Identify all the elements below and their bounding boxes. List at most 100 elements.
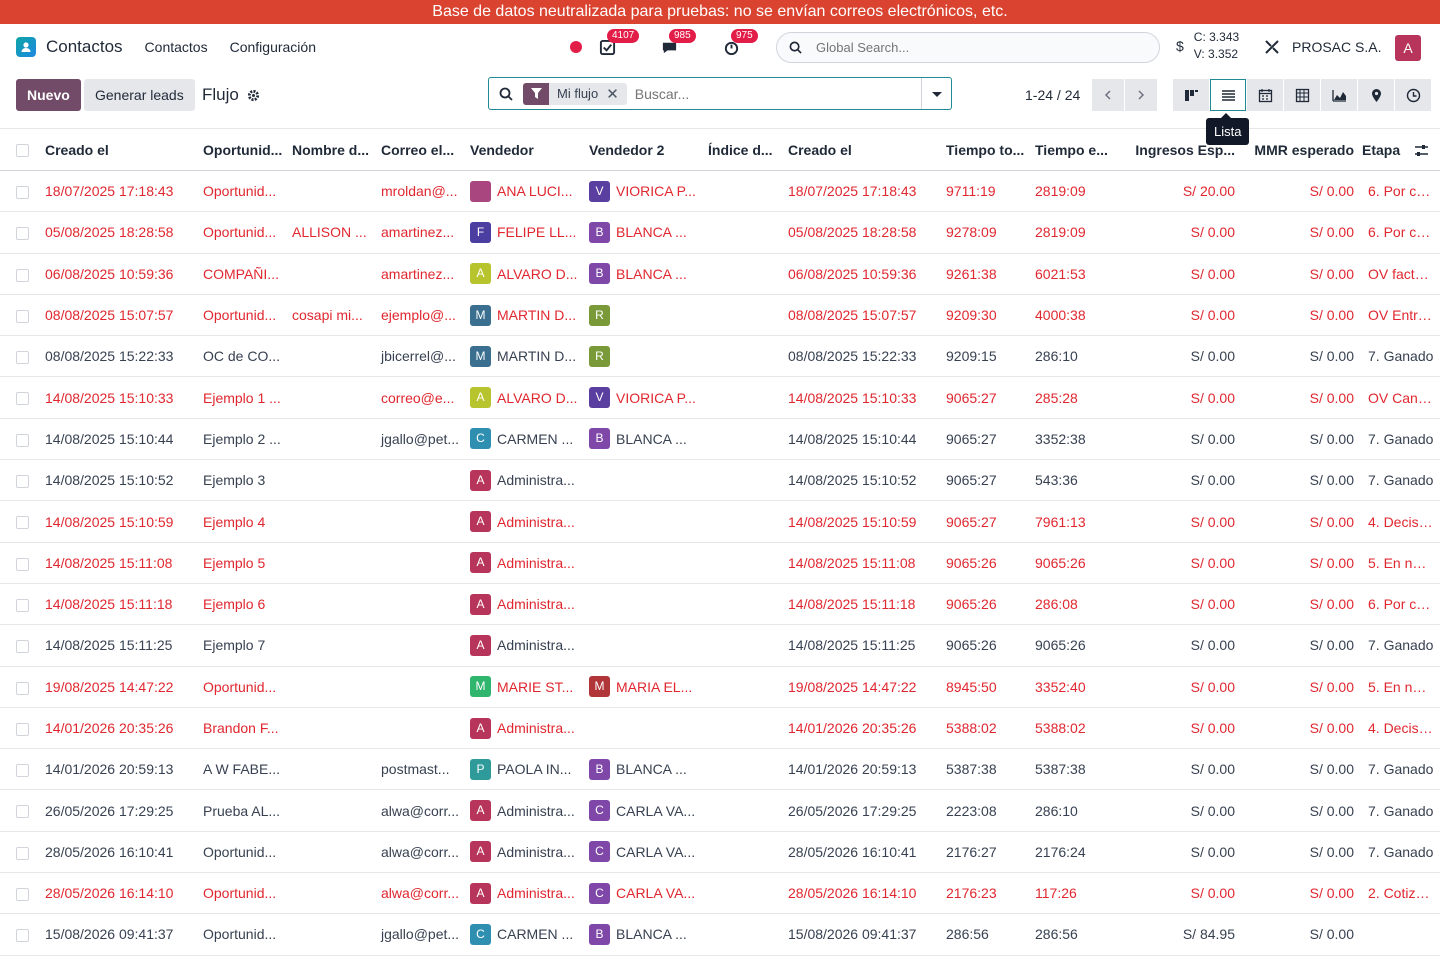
salesperson2-cell[interactable] [585,583,704,626]
stage-cell[interactable]: 7. Ganado [1358,624,1438,667]
mmr-cell[interactable]: S/ 0.00 [1239,831,1358,874]
t2-cell[interactable]: 2176:24 [1031,831,1120,874]
created-cell[interactable]: 08/08/2025 15:07:57 [41,294,199,337]
t1-cell[interactable]: 9065:26 [942,624,1031,667]
name-cell[interactable] [288,789,377,832]
t2-cell[interactable]: 6021:53 [1031,253,1120,295]
created2-cell[interactable]: 28/05/2026 16:14:10 [784,872,942,915]
row-checkbox[interactable] [0,666,41,708]
row-checkbox[interactable] [0,376,41,419]
index-cell[interactable] [704,872,784,915]
search-input[interactable] [634,85,905,102]
name-cell[interactable] [288,376,377,419]
email-cell[interactable]: alwa@corr... [377,872,466,915]
rev-cell[interactable]: S/ 0.00 [1120,707,1239,750]
rev-cell[interactable]: S/ 0.00 [1120,624,1239,667]
t1-cell[interactable]: 5387:38 [942,748,1031,791]
salesperson-cell[interactable]: M MARTIN D... [466,294,585,337]
opp-cell[interactable]: Ejemplo 1 ... [199,376,288,419]
activity-view-button[interactable] [1395,79,1431,111]
salesperson2-cell[interactable]: V VIORICA P... [585,376,704,419]
stage-cell[interactable]: 7. Ganado [1358,831,1438,874]
mmr-cell[interactable]: S/ 0.00 [1239,707,1358,750]
index-cell[interactable] [704,789,784,832]
rev-cell[interactable]: S/ 0.00 [1120,335,1239,378]
t2-cell[interactable]: 5388:02 [1031,707,1120,750]
created2-cell[interactable]: 14/08/2025 15:10:59 [784,500,942,543]
mmr-cell[interactable]: S/ 0.00 [1239,624,1358,667]
opp-cell[interactable]: COMPAÑI... [199,253,288,295]
rev-cell[interactable]: S/ 0.00 [1120,418,1239,461]
mmr-cell[interactable]: S/ 0.00 [1239,666,1358,708]
rev-cell[interactable]: S/ 0.00 [1120,789,1239,832]
created-cell[interactable]: 05/08/2025 18:28:58 [41,211,199,254]
email-cell[interactable]: amartinez... [377,211,466,254]
stage-cell[interactable]: 5. En neg... [1358,542,1438,584]
new-button[interactable]: Nuevo [16,79,81,111]
pager-next-button[interactable] [1125,79,1157,111]
column-header[interactable]: Índice d... [704,128,784,171]
t2-cell[interactable]: 286:10 [1031,335,1120,378]
t1-cell[interactable]: 9278:09 [942,211,1031,254]
created2-cell[interactable]: 15/08/2026 09:41:37 [784,913,942,956]
column-header[interactable]: Nombre d... [288,128,377,171]
created2-cell[interactable]: 14/08/2025 15:10:44 [784,418,942,461]
table-row[interactable]: 08/08/2025 15:22:33 OC de CO... jbicerrel@… [0,335,1440,378]
t1-cell[interactable]: 5388:02 [942,707,1031,750]
opp-cell[interactable]: Oportunid... [199,913,288,956]
t2-cell[interactable]: 117:26 [1031,872,1120,915]
mmr-cell[interactable]: S/ 0.00 [1239,500,1358,543]
opp-cell[interactable]: Oportunid... [199,831,288,874]
name-cell[interactable] [288,624,377,667]
email-cell[interactable]: jbicerrel@... [377,335,466,378]
salesperson-cell[interactable]: A Administra... [466,789,585,832]
name-cell[interactable] [288,707,377,750]
created-cell[interactable]: 14/08/2025 15:11:18 [41,583,199,626]
name-cell[interactable] [288,170,377,213]
t1-cell[interactable]: 9065:27 [942,376,1031,419]
t2-cell[interactable]: 286:10 [1031,789,1120,832]
rev-cell[interactable]: S/ 0.00 [1120,831,1239,874]
rev-cell[interactable]: S/ 0.00 [1120,872,1239,915]
contacts-app-icon[interactable] [16,37,36,57]
email-cell[interactable] [377,500,466,543]
index-cell[interactable] [704,831,784,874]
created-cell[interactable]: 14/08/2025 15:10:59 [41,500,199,543]
stage-cell[interactable]: 7. Ganado [1358,748,1438,791]
email-cell[interactable]: amartinez... [377,253,466,295]
table-row[interactable]: 14/08/2025 15:11:25 Ejemplo 7 A Administra.… [0,624,1440,667]
mmr-cell[interactable]: S/ 0.00 [1239,294,1358,337]
rev-cell[interactable]: S/ 0.00 [1120,748,1239,791]
created2-cell[interactable]: 14/08/2025 15:10:52 [784,459,942,502]
row-checkbox[interactable] [0,335,41,378]
salesperson2-cell[interactable]: B BLANCA ... [585,748,704,791]
index-cell[interactable] [704,459,784,502]
index-cell[interactable] [704,418,784,461]
email-cell[interactable]: postmast... [377,748,466,791]
name-cell[interactable]: cosapi mi... [288,294,377,337]
salesperson2-cell[interactable]: B BLANCA ... [585,211,704,254]
search-options-toggle[interactable] [921,78,951,109]
t2-cell[interactable]: 7961:13 [1031,500,1120,543]
table-row[interactable]: 14/08/2025 15:10:33 Ejemplo 1 ... correo@e… [0,376,1440,419]
t1-cell[interactable]: 2176:27 [942,831,1031,874]
rev-cell[interactable]: S/ 0.00 [1120,376,1239,419]
opp-cell[interactable]: Ejemplo 6 [199,583,288,626]
table-row[interactable]: 18/07/2025 17:18:43 Oportunid... mroldan@.… [0,170,1440,213]
created2-cell[interactable]: 28/05/2026 16:10:41 [784,831,942,874]
salesperson-cell[interactable]: ANA LUCI... [466,170,585,213]
salesperson2-cell[interactable]: B BLANCA ... [585,418,704,461]
t1-cell[interactable]: 2223:08 [942,789,1031,832]
column-header[interactable]: Creado el [41,128,199,171]
salesperson2-cell[interactable]: R ROSA CUE... [585,294,704,337]
index-cell[interactable] [704,748,784,791]
created2-cell[interactable]: 14/01/2026 20:35:26 [784,707,942,750]
messages-icon[interactable]: 985 [660,29,696,56]
created2-cell[interactable]: 05/08/2025 18:28:58 [784,211,942,254]
mmr-cell[interactable]: S/ 0.00 [1239,459,1358,502]
opp-cell[interactable]: Oportunid... [199,294,288,337]
t2-cell[interactable]: 3352:40 [1031,666,1120,708]
salesperson2-cell[interactable]: M MARIA EL... [585,666,704,708]
row-checkbox[interactable] [0,913,41,956]
salesperson-cell[interactable]: P PAOLA IN... [466,748,585,791]
